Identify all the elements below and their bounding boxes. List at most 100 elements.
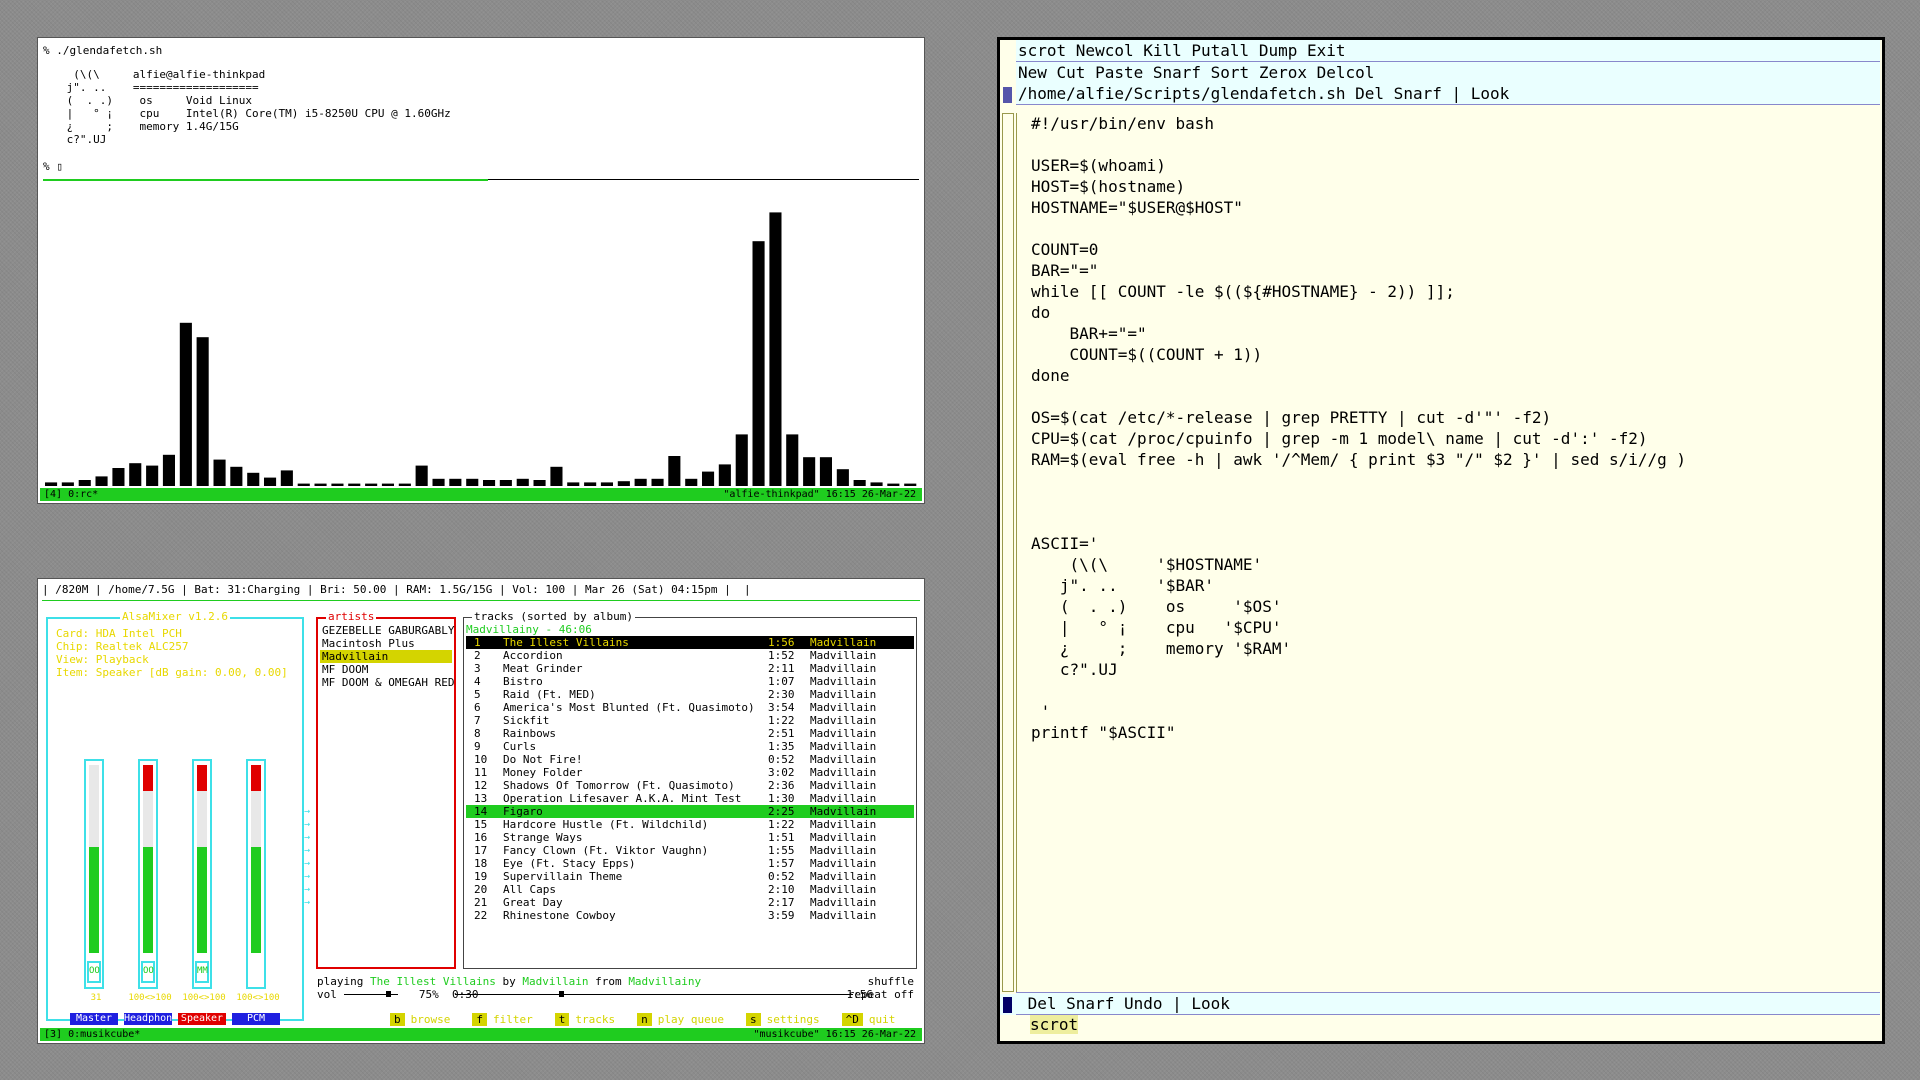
acme-scroll-thumb[interactable] [1002,113,1014,992]
shortcut-label-filter[interactable]: filter [493,1013,533,1026]
track-artist: Madvillain [810,896,877,909]
tracks-panel[interactable]: tracks (sorted by album) Madvillainy - 4… [463,610,917,969]
channel-level [143,847,153,953]
artist-item[interactable]: Macintosh Plus [320,637,452,650]
track-number: 13 [474,792,488,805]
track-row[interactable]: 16 Strange Ways 1:51 Madvillain [466,831,914,844]
channel-label[interactable]: PCM [232,1013,280,1025]
shell-prompt[interactable]: % ▯ [43,160,63,173]
progress-bar[interactable] [455,994,853,995]
acme-second-text[interactable]: scrot [1030,1015,1079,1034]
acme-second-tag[interactable]: Del Snarf Undo | Look [1016,992,1880,1015]
track-duration: 2:36 [768,779,795,792]
main-tag-handle[interactable] [1000,40,1017,61]
track-row[interactable]: 19 Supervillain Theme 0:52 Madvillain [466,870,914,883]
track-number: 8 [474,727,481,740]
track-row[interactable]: 13 Operation Lifesaver A.K.A. Mint Test 1:… [466,792,914,805]
track-row[interactable]: 3 Meat Grinder 2:11 Madvillain [466,662,914,675]
shell-command: % ./glendafetch.sh [43,44,163,57]
channel-label[interactable]: Speaker [178,1013,226,1025]
channel-level [251,847,261,953]
track-artist: Madvillain [810,779,877,792]
track-row[interactable]: 4 Bistro 1:07 Madvillain [466,675,914,688]
track-row[interactable]: 11 Money Folder 3:02 Madvillain [466,766,914,779]
acme-column-tag[interactable]: New Cut Paste Snarf Sort Zerox Delcol [1016,61,1880,84]
track-row[interactable]: 21 Great Day 2:17 Madvillain [466,896,914,909]
track-row[interactable]: 9 Curls 1:35 Madvillain [466,740,914,753]
track-row[interactable]: 17 Fancy Clown (Ft. Viktor Vaughn) 1:55 Mad… [466,844,914,857]
scroll-arrows-icon[interactable]: → → → → → → → → [304,805,310,909]
track-title: The Illest Villains [503,636,629,649]
terminal-window-fetch[interactable]: % ./glendafetch.sh (\(\ alfie@alfie-thin… [37,37,925,504]
visualizer-bar [432,478,445,486]
terminal-window-musikcube[interactable]: | /820M | /home/7.5G | Bat: 31:Charging … [37,578,925,1044]
track-row[interactable]: 6 America's Most Blunted (Ft. Quasimoto) 3… [466,701,914,714]
tmux-window-label[interactable]: [3] 0:musikcube* [44,1028,140,1041]
visualizer-bar [264,477,277,486]
visualizer-bar [718,464,731,486]
track-row[interactable]: 20 All Caps 2:10 Madvillain [466,883,914,896]
acme-window-tag[interactable]: /home/alfie/Scripts/glendafetch.sh Del S… [1016,83,1880,105]
track-artist: Madvillain [810,701,877,714]
channel-label[interactable]: Headphon [124,1013,172,1025]
channel-mute-switch[interactable]: MM [195,961,209,983]
acme-main-tag[interactable]: scrot Newcol Kill Putall Dump Exit [1016,40,1880,62]
acme-text-body[interactable]: #!/usr/bin/env bash USER=$(whoami) HOST=… [1016,113,1880,992]
track-row[interactable]: 5 Raid (Ft. MED) 2:30 Madvillain [466,688,914,701]
tmux-window-label[interactable]: [4] 0:rc* [44,488,98,501]
track-row[interactable]: 18 Eye (Ft. Stacy Epps) 1:57 Madvillain [466,857,914,870]
track-duration: 1:55 [768,844,795,857]
shortcut-key[interactable]: ^D [841,1013,863,1026]
shortcut-label-play-queue[interactable]: play queue [658,1013,724,1026]
track-artist: Madvillain [810,727,877,740]
repeat-toggle[interactable]: repeat off [848,988,914,1001]
shuffle-toggle[interactable]: shuffle [868,975,914,988]
visualizer-bar [516,478,529,486]
shortcut-key[interactable]: t [554,1013,570,1026]
track-row[interactable]: 8 Rainbows 2:51 Madvillain [466,727,914,740]
track-number: 20 [474,883,488,896]
window-tag-handle[interactable] [1000,84,1017,105]
channel-mute-switch[interactable]: OO [141,961,155,983]
volume-channel-headphon[interactable]: OO 100<>100 [128,759,172,1003]
shortcut-label-quit[interactable]: quit [869,1013,896,1026]
track-row[interactable]: 15 Hardcore Hustle (Ft. Wildchild) 1:22 Mad… [466,818,914,831]
channel-label[interactable]: Master [70,1013,118,1025]
artist-item[interactable]: GEZEBELLE GABURGABLY [320,624,454,637]
track-title: Fancy Clown (Ft. Viktor Vaughn) [503,844,709,857]
volume-slider-knob[interactable] [386,991,391,997]
track-row[interactable]: 1 The Illest Villains 1:56 Madvillain [466,636,914,649]
second-window-handle[interactable] [1000,994,1017,1015]
progress-knob[interactable] [559,991,564,997]
track-number: 16 [474,831,488,844]
column-tag-handle[interactable] [1000,62,1017,83]
window-layout-box-icon[interactable] [1003,87,1012,103]
volume-channel-speaker[interactable]: MM 100<>100 [182,759,226,1003]
artist-item[interactable]: Madvillain [320,650,452,663]
artist-item[interactable]: MF DOOM [320,663,452,676]
alsamixer-panel[interactable]: AlsaMixer v1.2.6 Card: HDA Intel PCH Chi… [46,610,310,1025]
visualizer-bar [668,456,681,486]
track-row[interactable]: 2 Accordion 1:52 Madvillain [466,649,914,662]
volume-channel-pcm[interactable]: 100<>100 [236,759,280,1003]
track-row[interactable]: 22 Rhinestone Cowboy 3:59 Madvillain [466,909,914,922]
acme-second-body[interactable]: scrot [1016,1014,1880,1035]
track-row[interactable]: 7 Sickfit 1:22 Madvillain [466,714,914,727]
shortcut-key[interactable]: s [745,1013,761,1026]
track-title: Rhinestone Cowboy [503,909,616,922]
shortcut-label-tracks[interactable]: tracks [575,1013,615,1026]
track-row[interactable]: 14 Figaro 2:25 Madvillain [466,805,914,818]
shortcut-label-browse[interactable]: browse [411,1013,451,1026]
shortcut-key[interactable]: n [637,1013,652,1026]
track-row[interactable]: 12 Shadows Of Tomorrow (Ft. Quasimoto) 2:3… [466,779,914,792]
shortcut-key[interactable]: b [390,1013,405,1026]
window-layout-box-icon[interactable] [1003,997,1012,1013]
artist-item[interactable]: MF DOOM & OMEGAH RED [320,676,454,689]
artists-panel[interactable]: artists GEZEBELLE GABURGABLY Macintosh Pl… [316,610,456,969]
shortcut-key[interactable]: f [472,1013,487,1026]
acme-editor-window[interactable]: scrot Newcol Kill Putall Dump Exit New C… [997,37,1885,1044]
shortcut-label-settings[interactable]: settings [767,1013,820,1026]
track-row[interactable]: 10 Do Not Fire! 0:52 Madvillain [466,753,914,766]
channel-mute-switch[interactable]: OO [87,961,101,983]
volume-channel-master[interactable]: OO 31 [84,759,104,1003]
